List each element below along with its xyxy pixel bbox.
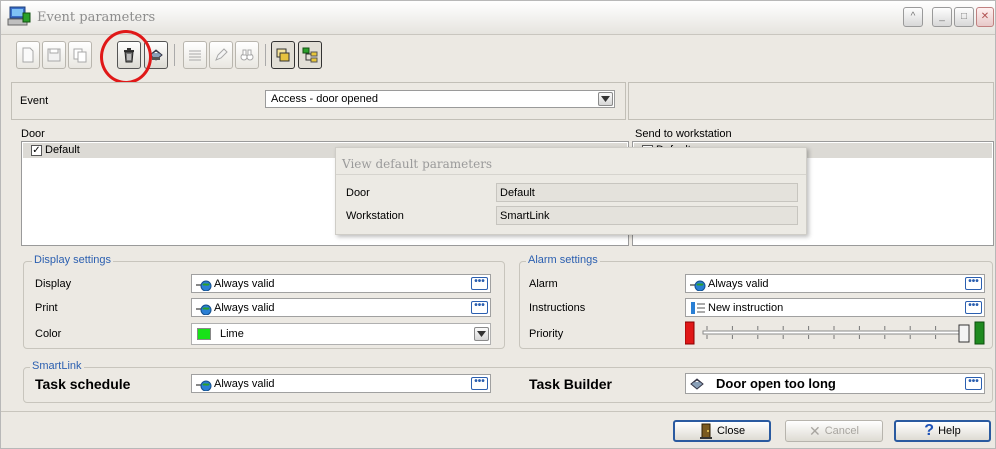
color-label: Color xyxy=(35,328,62,340)
cancel-button-label: Cancel xyxy=(824,425,859,437)
door-item-checkbox[interactable]: ✓ xyxy=(31,145,42,156)
chevron-down-icon[interactable] xyxy=(598,92,613,106)
ellipsis-button[interactable]: ••• xyxy=(471,301,488,314)
tree-icon xyxy=(302,47,318,63)
help-button-label: Help xyxy=(938,425,961,437)
smartlink-title: SmartLink xyxy=(30,360,84,372)
event-select[interactable]: Access - door opened xyxy=(265,90,615,108)
door-item-label: Default xyxy=(45,144,80,156)
globe-arrow-icon xyxy=(196,280,212,291)
door-label: Door xyxy=(21,128,45,140)
globe-arrow-icon xyxy=(690,280,706,291)
popup-divider xyxy=(336,174,806,175)
ellipsis-button[interactable]: ••• xyxy=(965,377,982,390)
alarm-settings-title: Alarm settings xyxy=(526,254,600,266)
print-value: Always valid xyxy=(214,302,275,314)
title-bar: Event parameters ^ _ □ ✕ xyxy=(1,1,995,35)
print-label: Print xyxy=(35,302,58,314)
popup-door-value-field: Default xyxy=(496,183,798,202)
dialog-button-bar: Close ✕ Cancel ? Help xyxy=(1,411,995,449)
close-button[interactable]: Close xyxy=(673,420,771,442)
color-value: Lime xyxy=(220,328,244,340)
close-button-label: Close xyxy=(716,425,746,437)
alarm-value: Always valid xyxy=(708,278,769,290)
highlight-circle-annotation xyxy=(100,30,152,84)
display-value: Always valid xyxy=(214,278,275,290)
priority-slider[interactable] xyxy=(684,321,985,347)
window-title: Event parameters xyxy=(37,10,156,25)
task-schedule-label: Task schedule xyxy=(35,376,131,392)
send-to-workstation-label: Send to workstation xyxy=(635,128,732,140)
instructions-label: Instructions xyxy=(529,302,586,314)
chevron-down-icon[interactable] xyxy=(474,327,489,341)
ellipsis-button[interactable]: ••• xyxy=(471,277,488,290)
pencil-icon xyxy=(215,48,228,61)
copy-button[interactable] xyxy=(68,41,92,69)
globe-arrow-icon xyxy=(196,304,212,315)
instructions-value: New instruction xyxy=(708,302,784,314)
popup-workstation-label: Workstation xyxy=(346,210,404,222)
event-value: Access - door opened xyxy=(271,93,379,105)
popup-workstation-value: SmartLink xyxy=(500,210,550,222)
task-builder-field[interactable]: Door open too long ••• xyxy=(685,373,985,394)
print-field[interactable]: Always valid ••• xyxy=(191,298,491,317)
popup-door-value: Default xyxy=(500,187,535,199)
display-settings-title: Display settings xyxy=(32,254,114,266)
cancel-x-icon: ✕ xyxy=(809,422,821,439)
find-button[interactable] xyxy=(235,41,259,69)
instructions-field[interactable]: New instruction ••• xyxy=(685,298,985,317)
instruction-list-icon xyxy=(691,302,705,314)
help-question-icon: ? xyxy=(924,422,935,439)
save-icon xyxy=(47,48,61,62)
event-label: Event xyxy=(20,95,49,107)
default-parameters-popup: View default parameters Door Default Wor… xyxy=(335,147,807,235)
minimize-button[interactable]: _ xyxy=(932,7,952,27)
toolbar xyxy=(11,38,361,72)
event-panel: Event Access - door opened xyxy=(11,82,626,120)
cancel-button[interactable]: ✕ Cancel xyxy=(785,420,883,442)
cascade-windows-button[interactable] xyxy=(271,41,295,69)
new-document-icon xyxy=(22,47,34,63)
copy-icon xyxy=(73,48,87,63)
restore-up-button[interactable]: ^ xyxy=(903,7,923,27)
globe-arrow-icon xyxy=(196,380,212,391)
task-builder-label: Task Builder xyxy=(529,376,612,392)
save-button[interactable] xyxy=(42,41,66,69)
toolbar-separator xyxy=(174,44,175,66)
app-computer-icon xyxy=(7,5,31,29)
ellipsis-button[interactable]: ••• xyxy=(471,377,488,390)
task-schedule-value: Always valid xyxy=(214,378,275,390)
event-parameters-window: Event parameters ^ _ □ ✕ Event Access - … xyxy=(0,0,996,449)
priority-slider-graphic xyxy=(684,321,985,345)
ellipsis-button[interactable]: ••• xyxy=(965,301,982,314)
color-select[interactable]: Lime xyxy=(191,323,491,345)
task-builder-value: Door open too long xyxy=(716,376,836,391)
alarm-label: Alarm xyxy=(529,278,558,290)
task-builder-icon xyxy=(690,378,704,390)
toolbar-separator xyxy=(265,44,266,66)
ellipsis-button[interactable]: ••• xyxy=(965,277,982,290)
help-button[interactable]: ? Help xyxy=(894,420,991,442)
slider-thumb[interactable] xyxy=(958,324,970,343)
priority-label: Priority xyxy=(529,328,564,340)
door-exit-icon xyxy=(699,423,712,439)
task-schedule-field[interactable]: Always valid ••• xyxy=(191,374,491,393)
new-document-button[interactable] xyxy=(16,41,40,69)
windows-icon xyxy=(276,48,290,62)
close-window-button[interactable]: ✕ xyxy=(976,7,994,27)
binoculars-icon xyxy=(240,49,254,61)
list-icon xyxy=(189,50,201,61)
color-swatch xyxy=(197,328,211,340)
maximize-button[interactable]: □ xyxy=(954,7,974,27)
display-field[interactable]: Always valid ••• xyxy=(191,274,491,293)
display-label: Display xyxy=(35,278,72,290)
event-right-panel xyxy=(628,82,994,120)
alarm-field[interactable]: Always valid ••• xyxy=(685,274,985,293)
edit-link-button[interactable] xyxy=(209,41,233,69)
popup-title: View default parameters xyxy=(342,157,493,171)
tree-view-button[interactable] xyxy=(298,41,322,69)
popup-workstation-value-field: SmartLink xyxy=(496,206,798,225)
popup-door-label: Door xyxy=(346,187,370,199)
list-view-button[interactable] xyxy=(183,41,207,69)
